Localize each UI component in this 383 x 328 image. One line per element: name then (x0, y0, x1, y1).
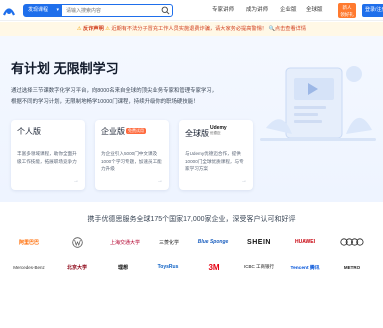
login-register-button[interactable]: 登录/注册 (362, 4, 383, 17)
card-title: 个人版 (17, 126, 41, 137)
partner-logo-text: SHEIN (247, 238, 271, 246)
notice-detail: 近期有不法分子冒充工作人员实施退费诈骗，请大家务必提高警惕！ (111, 26, 267, 32)
partner-logo-blue-sponge: Blue Sponge (192, 236, 234, 248)
partner-logo-tencent: Tencent 腾讯 (284, 261, 326, 273)
warning-icon: ⚠ (105, 26, 110, 32)
search-bar: 发现课程 ▾ (23, 4, 173, 17)
nav-global[interactable]: 全球版 (306, 0, 323, 21)
promo-line-1: 新人 (342, 5, 352, 10)
nav-experts[interactable]: 专家讲师 (212, 0, 234, 21)
partner-logo-3m: 3M (193, 261, 235, 273)
card-text: 与Udemy优德迈合作，提供10000门全球优质课程，与专家学习方案 (185, 151, 244, 171)
audi-rings-icon (340, 238, 364, 246)
top-header: 发现课程 ▾ 专家讲师 成为讲师 企业版 全球版 新人 领好礼 登录/注册 (0, 0, 383, 21)
arrow-right-icon: → (157, 178, 163, 184)
partner-logo-mitsubishi: 三菱化学 (148, 236, 190, 248)
card-personal[interactable]: 个人版 丰富多领域课程，助你全面升级工作技能，拓展职场竞争力 → (11, 120, 85, 190)
card-text: 为企业引入5000门中文课及1000个学习专题，加速员工能力升级 (101, 151, 162, 171)
partner-logo-toysrus: ToysRus (147, 261, 189, 273)
search-input[interactable] (66, 5, 156, 16)
hero-title: 有计划 无限制学习 (11, 61, 119, 76)
notice-detail-link[interactable]: 点击查看详情 (275, 26, 306, 32)
partner-logo-text: 理想 (117, 264, 128, 271)
card-title-text: 全球版 (185, 129, 209, 138)
card-title-text: 个人版 (17, 127, 41, 136)
udemy-logo-subtext: 优德迈 (210, 131, 221, 135)
hero-illustration (260, 66, 376, 141)
chevron-down-icon: ▾ (56, 7, 59, 13)
nav-become-lecturer[interactable]: 成为讲师 (246, 0, 268, 21)
arrow-right-icon: → (241, 178, 247, 184)
card-enterprise[interactable]: 企业版 免费试用 为企业引入5000门中文课及1000个学习专题，加速员工能力升级… (95, 120, 169, 190)
partner-logo-text: 阿里巴巴 (18, 239, 39, 246)
hero-description: 通过选择三节课数字化学习平台，向8000名来自全球的顶尖业务专家和管理专家学习，… (11, 86, 261, 108)
partner-logo-text: 北京大学 (66, 264, 87, 271)
partner-logo-sjtu: 上海交通大学 (104, 236, 146, 248)
brand-logo[interactable] (2, 3, 16, 17)
partner-logo-mercedes: Mercedes-Benz (8, 261, 50, 273)
nav-enterprise[interactable]: 企业版 (280, 0, 297, 21)
partner-logo-metro: METRO (331, 261, 373, 273)
fraud-notice-bar: ⚠ 反诈声明 ⚠ 近期有不法分子冒充工作人员实施退费诈骗，请大家务必提高警惕！ … (0, 22, 383, 36)
card-title-text: 企业版 (101, 127, 125, 136)
partner-logo-text: Blue Sponge (197, 239, 229, 245)
card-global[interactable]: 全球版Udemy 优德迈 与Udemy优德迈合作，提供10000门全球优质课程，与… (179, 120, 253, 190)
notice-title: 反诈声明 (83, 26, 104, 32)
partner-logo-text: 上海交通大学 (109, 239, 140, 246)
hero-section: 有计划 无限制学习 通过选择三节课数字化学习平台，向8000名来自全球的顶尖业务… (0, 36, 383, 202)
search-category-label: 发现课程 (28, 7, 49, 13)
warning-icon: ⚠ (76, 26, 82, 32)
partner-logo-audi (331, 236, 373, 248)
promo-line-2: 领好礼 (340, 12, 354, 17)
vw-logo-icon (71, 236, 83, 248)
search-category-dropdown[interactable]: 发现课程 ▾ (24, 5, 62, 16)
partner-logo-shein: SHEIN (238, 236, 280, 248)
partner-logo-huawei: HUAWEI (284, 236, 326, 248)
partner-logo-text: 3M (208, 262, 220, 272)
free-trial-badge: 免费试用 (126, 128, 146, 134)
partner-logo-vw (56, 236, 98, 248)
card-text: 丰富多领域课程，助你全面升级工作技能，拓展职场竞争力 (17, 151, 77, 164)
partner-logo-alibaba: 阿里巴巴 (8, 236, 50, 248)
udemy-logo: Udemy 优德迈 (210, 126, 227, 136)
partner-logo-text: ToysRus (157, 264, 179, 270)
card-title: 全球版Udemy 优德迈 (185, 126, 227, 139)
partner-logo-lixiang: 理想 (102, 261, 144, 273)
card-title: 企业版 免费试用 (101, 126, 146, 137)
partner-logo-pku: 北京大学 (56, 261, 98, 273)
hero-desc-line-2: 根据不同的学习计划，无限制地畅学10000门课程，持续升级你的职场硬技能！ (11, 99, 199, 105)
partner-logo-text: HUAWEI (295, 239, 315, 245)
search-icon[interactable] (161, 6, 170, 15)
partner-logo-text: Tencent 腾讯 (290, 265, 320, 271)
partner-logo-text: 三菱化学 (158, 239, 179, 246)
partner-logo-text: Mercedes-Benz (13, 264, 45, 270)
partner-logo-text: METRO (343, 264, 361, 270)
partners-title: 携手优德思服务全球175个国家17,000家企业，深受客户认可和好评 (87, 216, 296, 223)
hero-desc-line-1: 通过选择三节课数字化学习平台，向8000名来自全球的顶尖业务专家和管理专家学习， (11, 88, 218, 94)
new-user-gift-button[interactable]: 新人 领好礼 (338, 3, 356, 18)
arrow-right-icon: → (73, 178, 79, 184)
partner-logo-icbc: ICBC 工商银行 (238, 261, 280, 273)
partner-logo-text: ICBC 工商银行 (243, 264, 274, 269)
